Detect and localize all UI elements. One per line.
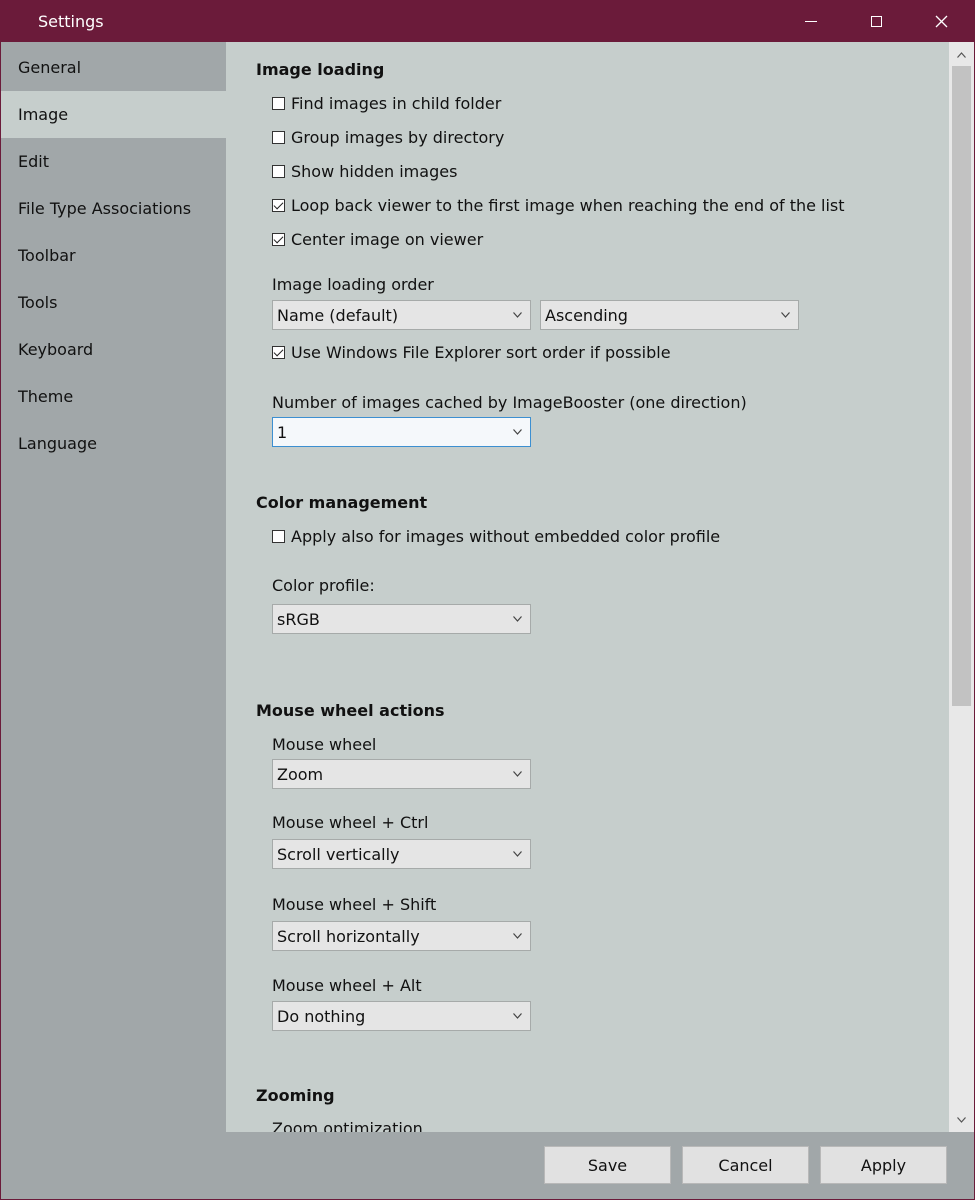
sidebar-item-label: Language	[18, 434, 97, 453]
select-value: 1	[277, 422, 288, 442]
sidebar-item-label: Edit	[18, 152, 49, 171]
cache-count-select[interactable]: 1	[272, 417, 531, 447]
section-title-color-management: Color management	[256, 493, 428, 512]
window-title: Settings	[38, 12, 104, 31]
section-title-image-loading: Image loading	[256, 60, 385, 79]
select-value: Do nothing	[277, 1006, 366, 1026]
save-button-label: Save	[587, 1155, 628, 1175]
chevron-down-icon	[513, 851, 522, 857]
settings-window: Settings General Image Edit File Type As…	[0, 0, 975, 1200]
loading-direction-select[interactable]: Ascending	[540, 300, 799, 330]
checkbox-box[interactable]	[272, 529, 285, 543]
checkbox-center-image[interactable]: Center image on viewer	[272, 229, 483, 249]
zoom-optimization-label: Zoom optimization	[272, 1119, 423, 1132]
section-title-zooming: Zooming	[256, 1086, 335, 1105]
sidebar-item-label: Toolbar	[18, 246, 76, 265]
sidebar-item-edit[interactable]: Edit	[1, 138, 226, 185]
settings-content: Image loading Find images in child folde…	[226, 42, 949, 1132]
chevron-down-icon	[513, 771, 522, 777]
checkbox-box[interactable]	[272, 198, 285, 212]
scroll-down-icon[interactable]	[957, 1117, 966, 1123]
checkbox-find-child-folder[interactable]: Find images in child folder	[272, 93, 501, 113]
select-value: Zoom	[277, 764, 324, 784]
close-button[interactable]	[911, 1, 971, 42]
scrollbar-thumb[interactable]	[952, 66, 971, 706]
section-title-mouse-wheel: Mouse wheel actions	[256, 701, 445, 720]
sidebar-item-label: Keyboard	[18, 340, 94, 359]
footer-bar: Save Cancel Apply	[1, 1132, 974, 1199]
checkbox-label: Center image on viewer	[291, 229, 484, 249]
sidebar-item-keyboard[interactable]: Keyboard	[1, 326, 226, 373]
chevron-down-icon	[513, 429, 522, 435]
checkbox-box[interactable]	[272, 345, 285, 359]
mouse-wheel-select[interactable]: Zoom	[272, 759, 531, 789]
minimize-icon	[805, 21, 817, 22]
checkbox-label: Find images in child folder	[291, 93, 502, 113]
mouse-wheel-ctrl-select[interactable]: Scroll vertically	[272, 839, 531, 869]
maximize-icon	[870, 16, 882, 27]
color-profile-select[interactable]: sRGB	[272, 604, 531, 634]
cancel-button-label: Cancel	[718, 1155, 773, 1175]
checkbox-group-by-directory[interactable]: Group images by directory	[272, 127, 504, 147]
sidebar-item-toolbar[interactable]: Toolbar	[1, 232, 226, 279]
chevron-down-icon	[513, 312, 522, 318]
scroll-up-icon[interactable]	[957, 52, 966, 58]
sidebar-item-label: Theme	[18, 387, 74, 406]
sidebar-item-general[interactable]: General	[1, 44, 226, 91]
checkbox-box[interactable]	[272, 130, 285, 144]
sidebar-item-label: General	[18, 58, 82, 77]
select-value: Scroll horizontally	[277, 926, 420, 946]
mouse-wheel-ctrl-label: Mouse wheel + Ctrl	[272, 813, 429, 832]
sidebar-item-language[interactable]: Language	[1, 420, 226, 467]
chevron-down-icon	[513, 1013, 522, 1019]
close-icon	[935, 15, 947, 28]
vertical-scrollbar[interactable]	[949, 42, 974, 1132]
select-value: Scroll vertically	[277, 844, 400, 864]
checkbox-explorer-sort[interactable]: Use Windows File Explorer sort order if …	[272, 342, 671, 362]
sidebar-item-label: Image	[18, 105, 69, 124]
sidebar-item-label: File Type Associations	[18, 199, 192, 218]
apply-button-label: Apply	[860, 1155, 907, 1175]
cache-count-label: Number of images cached by ImageBooster …	[272, 393, 747, 412]
mouse-wheel-shift-label: Mouse wheel + Shift	[272, 895, 437, 914]
checkbox-box[interactable]	[272, 96, 285, 110]
save-button[interactable]: Save	[544, 1146, 671, 1184]
mouse-wheel-label: Mouse wheel	[272, 735, 377, 754]
select-value: Name (default)	[277, 305, 399, 325]
checkbox-label: Use Windows File Explorer sort order if …	[291, 342, 671, 362]
sidebar-item-image[interactable]: Image	[1, 91, 226, 138]
checkbox-box[interactable]	[272, 164, 285, 178]
mouse-wheel-alt-select[interactable]: Do nothing	[272, 1001, 531, 1031]
select-value: Ascending	[545, 305, 628, 325]
color-profile-label: Color profile:	[272, 576, 375, 595]
cancel-button[interactable]: Cancel	[682, 1146, 809, 1184]
minimize-button[interactable]	[781, 1, 841, 42]
checkbox-apply-without-profile[interactable]: Apply also for images without embedded c…	[272, 526, 720, 546]
checkbox-box[interactable]	[272, 232, 285, 246]
apply-button[interactable]: Apply	[820, 1146, 947, 1184]
loading-order-label: Image loading order	[272, 275, 434, 294]
checkbox-label: Apply also for images without embedded c…	[291, 526, 721, 546]
sidebar-item-label: Tools	[18, 293, 58, 312]
mouse-wheel-alt-label: Mouse wheel + Alt	[272, 976, 422, 995]
select-value: sRGB	[277, 609, 320, 629]
chevron-down-icon	[781, 312, 790, 318]
mouse-wheel-shift-select[interactable]: Scroll horizontally	[272, 921, 531, 951]
chevron-down-icon	[513, 616, 522, 622]
sidebar-item-theme[interactable]: Theme	[1, 373, 226, 420]
sidebar-item-file-type-associations[interactable]: File Type Associations	[1, 185, 226, 232]
checkbox-label: Group images by directory	[291, 127, 505, 147]
checkbox-label: Loop back viewer to the first image when…	[291, 195, 845, 215]
loading-order-select[interactable]: Name (default)	[272, 300, 531, 330]
checkbox-show-hidden[interactable]: Show hidden images	[272, 161, 457, 181]
maximize-button[interactable]	[846, 1, 906, 42]
checkbox-loop-back[interactable]: Loop back viewer to the first image when…	[272, 195, 845, 215]
chevron-down-icon	[513, 933, 522, 939]
sidebar-item-tools[interactable]: Tools	[1, 279, 226, 326]
checkbox-label: Show hidden images	[291, 161, 458, 181]
sidebar: General Image Edit File Type Association…	[1, 42, 226, 1132]
title-bar[interactable]: Settings	[1, 1, 974, 42]
